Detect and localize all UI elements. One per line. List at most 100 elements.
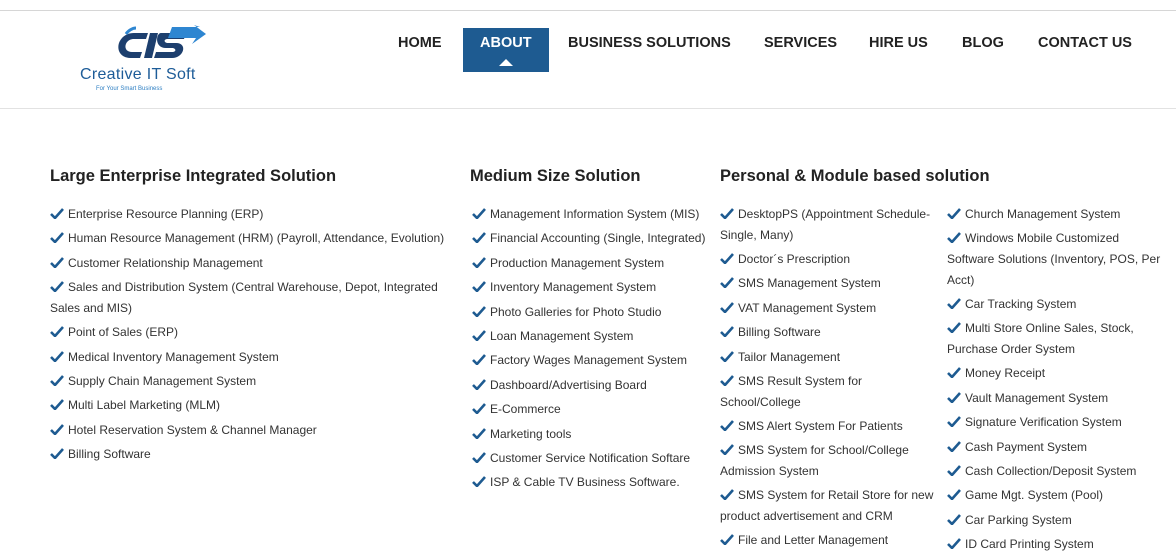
check-icon xyxy=(720,326,734,338)
list-item-label: Cash Payment System xyxy=(965,439,1088,454)
check-icon xyxy=(50,423,64,435)
check-icon xyxy=(720,444,734,456)
check-icon xyxy=(50,350,64,362)
check-icon xyxy=(50,375,64,386)
nav-home[interactable]: HOME xyxy=(398,28,442,72)
check-icon xyxy=(472,378,486,390)
check-icon xyxy=(947,416,961,428)
list-item-label: Human Resource Management (HRM) (Payroll… xyxy=(68,231,445,246)
check-icon xyxy=(50,256,64,268)
list-item: Medical Inventory Management System xyxy=(50,347,470,368)
list-item: Car Parking System xyxy=(947,510,1172,531)
list-item-label: ISP & Cable TV Business Software. xyxy=(490,475,680,490)
check-icon xyxy=(472,232,486,244)
list-item: Enterprise Resource Planning (ERP) xyxy=(50,204,470,225)
section-title-personal: Personal & Module based solution xyxy=(720,167,990,185)
check-icon xyxy=(947,208,961,219)
nav-services[interactable]: SERVICES xyxy=(764,28,837,72)
list-item: Vault Management System xyxy=(947,388,1172,409)
check-icon xyxy=(472,476,486,488)
list-item-label: School/College xyxy=(720,394,801,409)
list-item-label: product advertisement and CRM xyxy=(720,508,893,523)
list-item-label: Windows Mobile Customized xyxy=(965,231,1120,246)
list-item-label: Point of Sales (ERP) xyxy=(68,325,179,340)
list-item-label: Sales and MIS) xyxy=(50,300,133,315)
list-item-label: SMS System for School/College xyxy=(738,443,909,458)
list-item-label: ID Card Printing System xyxy=(965,537,1094,552)
check-icon xyxy=(50,232,64,244)
list-item-label: Photo Galleries for Photo Studio xyxy=(490,304,662,319)
list-item-label: Church Management System xyxy=(965,207,1121,221)
check-icon xyxy=(947,232,961,244)
list-item: DesktopPS (Appointment Schedule- xyxy=(720,204,945,225)
list-item: Human Resource Management (HRM) (Payroll… xyxy=(50,228,470,249)
list-item-label: VAT Management System xyxy=(738,300,877,315)
list-item-label: Hotel Reservation System & Channel Manag… xyxy=(68,422,317,437)
list-item: Billing Software xyxy=(720,322,945,343)
list-item-label: Medical Inventory Management System xyxy=(68,349,279,364)
list-item-label: Money Receipt xyxy=(965,366,1046,381)
check-icon xyxy=(472,305,486,317)
list-item: VAT Management System xyxy=(720,298,945,319)
list-item-label: Financial Accounting (Single, Integrated… xyxy=(490,231,706,246)
list-item-label: SMS Management System xyxy=(738,276,881,291)
check-icon xyxy=(947,465,961,476)
list-item-continued: Single, Many) xyxy=(720,225,945,246)
list-item-label: Management Information System (MIS) xyxy=(490,207,700,221)
list-item-label: Cash Collection/Deposit System xyxy=(965,463,1137,478)
list-item-label: Game Mgt. System (Pool) xyxy=(965,488,1104,503)
list-item: Cash Collection/Deposit System xyxy=(947,461,1172,482)
list-item: Dashboard/Advertising Board xyxy=(472,375,717,396)
nav-business-solutions[interactable]: BUSINESS SOLUTIONS xyxy=(568,28,731,72)
list-item-label: Multi Label Marketing (MLM) xyxy=(68,398,221,413)
list-item-label: Supply Chain Management System xyxy=(68,373,257,388)
check-icon xyxy=(472,281,486,293)
section-title-medium: Medium Size Solution xyxy=(470,167,641,185)
list-item: SMS System for School/College xyxy=(720,440,945,461)
list-item-continued: Admission System xyxy=(720,461,945,482)
list-item-label: SMS Alert System For Patients xyxy=(738,418,903,433)
check-icon xyxy=(720,420,734,431)
list-item-label: Billing Software xyxy=(68,447,151,462)
list-item-label: E-Commerce xyxy=(490,402,561,417)
list-item: Marketing tools xyxy=(472,424,717,445)
nav-blog[interactable]: BLOG xyxy=(962,28,1004,72)
list-item: Multi Store Online Sales, Stock, xyxy=(947,318,1172,339)
check-icon xyxy=(947,391,961,403)
check-icon xyxy=(720,208,734,219)
check-icon xyxy=(472,330,486,341)
list-item-label: Vault Management System xyxy=(965,390,1109,405)
nav-hire-us[interactable]: HIRE US xyxy=(869,28,928,72)
list-item: ISP & Cable TV Business Software. xyxy=(472,472,717,493)
list-item: Loan Management System xyxy=(472,326,717,347)
list-item: ID Card Printing System xyxy=(947,534,1172,555)
list-item: Multi Label Marketing (MLM) xyxy=(50,395,470,416)
list-item: Supply Chain Management System xyxy=(50,371,470,392)
nav-contact-us[interactable]: CONTACT US xyxy=(1038,28,1132,72)
list-item: Billing Software xyxy=(50,444,470,465)
list-item: Car Tracking System xyxy=(947,294,1172,315)
check-icon xyxy=(472,452,486,463)
list-item-label: Enterprise Resource Planning (ERP) xyxy=(68,207,264,221)
check-icon xyxy=(50,448,64,460)
list-item-label: Car Parking System xyxy=(965,512,1072,527)
check-icon xyxy=(50,399,64,411)
nav-about[interactable]: ABOUT xyxy=(463,28,549,72)
brand-tagline: For Your Smart Business xyxy=(96,86,163,92)
list-item: Tailor Management xyxy=(720,347,945,368)
check-icon xyxy=(472,256,486,268)
list-personal-a: DesktopPS (Appointment Schedule- Single,… xyxy=(720,204,945,555)
list-medium: Management Information System (MIS) Fina… xyxy=(472,204,717,497)
check-icon xyxy=(947,440,961,452)
site-header: Creative IT Soft For Your Smart Business… xyxy=(0,11,1176,109)
list-item-label: Doctor´s Prescription xyxy=(738,251,851,266)
list-item: Sales and Distribution System (Central W… xyxy=(50,277,470,298)
list-item-label: File and Letter Management xyxy=(738,533,889,548)
list-item: Windows Mobile Customized xyxy=(947,228,1172,249)
list-item: Management Information System (MIS) xyxy=(472,204,717,225)
list-item-label: Customer Relationship Management xyxy=(68,255,263,270)
list-item-continued: Acct) xyxy=(947,270,1172,291)
check-icon xyxy=(720,489,734,501)
check-icon xyxy=(947,367,961,379)
list-item: Game Mgt. System (Pool) xyxy=(947,485,1172,506)
